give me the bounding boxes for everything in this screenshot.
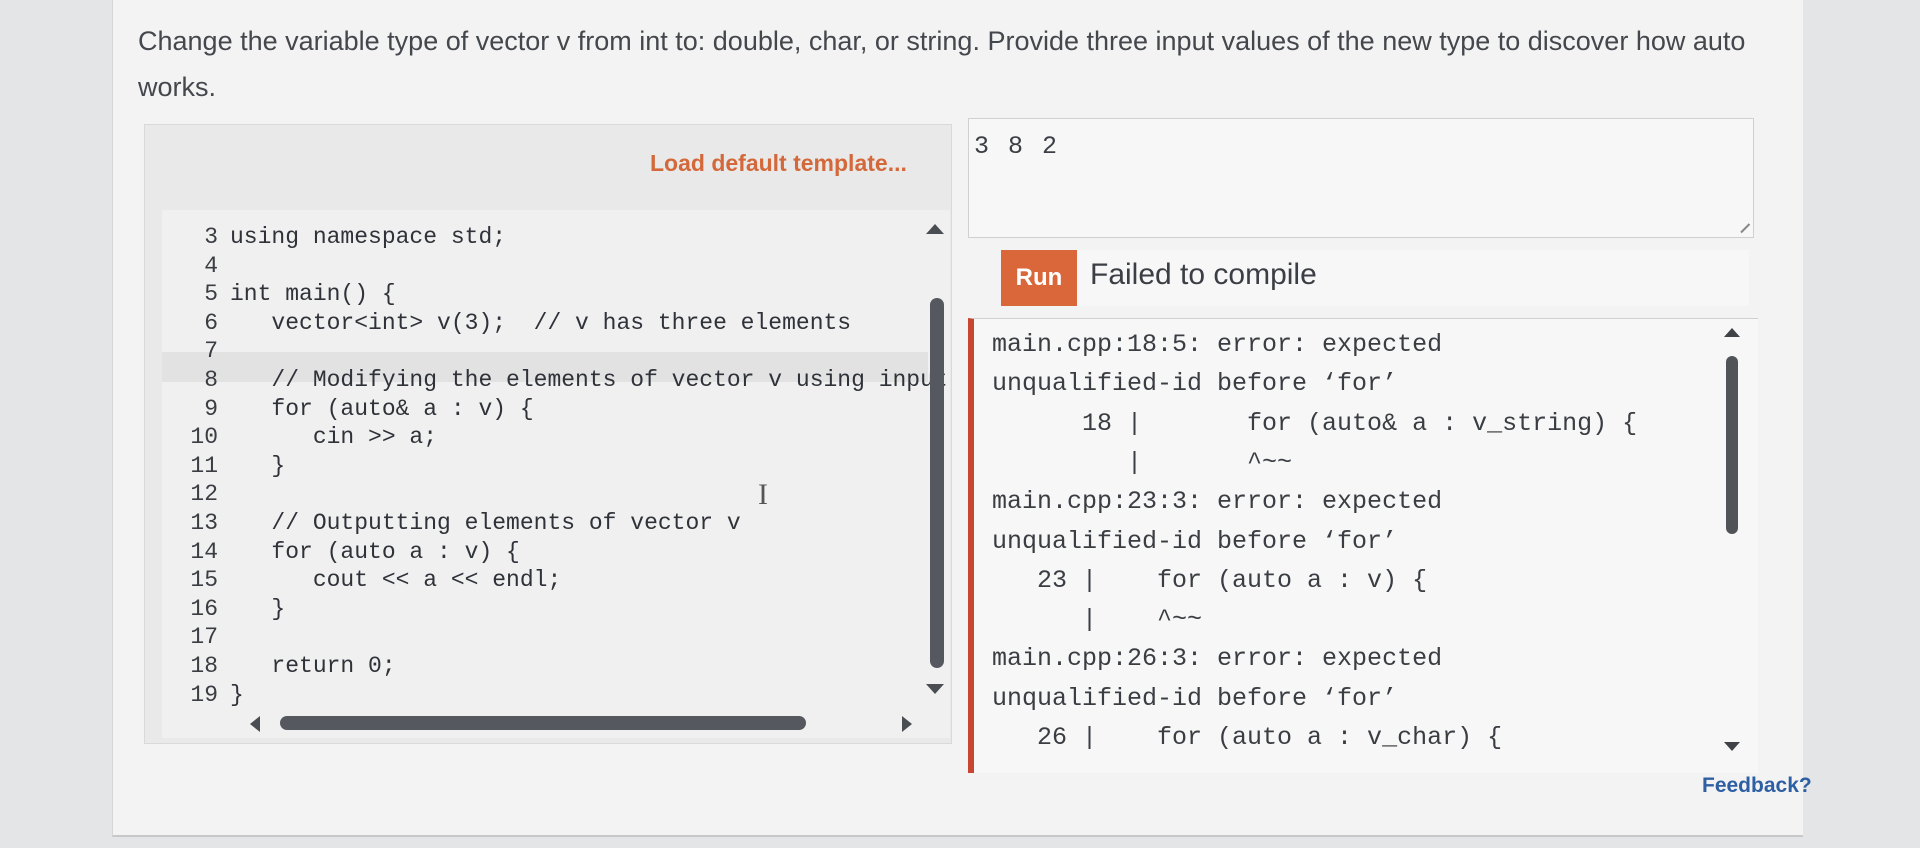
line-number: 7 [204,338,218,365]
text-cursor-icon: I [758,478,768,511]
code-line: 11 } [162,453,285,481]
compiler-output-line: | ^~~ [992,447,1293,477]
line-number: 15 [190,567,218,594]
program-input-value: 3 8 2 [974,132,1060,161]
code-text: for (auto a : v) { [230,538,520,565]
output-scroll-down-arrow-icon[interactable] [1724,742,1740,751]
code-line: 4 [162,253,230,281]
load-default-template-button[interactable]: Load default template... [650,150,907,177]
scroll-left-arrow-icon[interactable] [250,716,260,732]
code-line: 7 [162,338,230,366]
compiler-output-line: | ^~~ [992,605,1203,635]
line-number: 17 [190,624,218,651]
code-text: return 0; [230,653,396,679]
code-text: } [230,452,286,479]
scroll-down-arrow-icon[interactable] [926,684,944,694]
editor-horizontal-scrollbar[interactable] [280,716,806,730]
line-number: 13 [190,510,218,536]
compiler-output-line: main.cpp:18:5: error: expected [992,330,1443,359]
line-number: 10 [190,424,218,451]
line-number: 14 [190,538,218,565]
feedback-link[interactable]: Feedback? [1702,774,1812,798]
line-number: 16 [190,595,218,622]
code-line: 12 [162,481,230,509]
scroll-up-arrow-icon[interactable] [926,224,944,234]
compiler-output-line: 18 | for (auto& a : v_string) { [992,408,1638,438]
code-text: // Modifying the elements of vector v us… [230,367,948,393]
code-line: 16 } [162,596,285,624]
program-input-textarea[interactable] [968,118,1754,238]
code-text: using namespace std; [230,224,507,250]
compile-status: Failed to compile [1090,258,1317,291]
compiler-output-line: unqualified-id before ‘for’ [992,369,1398,399]
instructions-text: Change the variable type of vector v fro… [138,26,1746,102]
scroll-right-arrow-icon[interactable] [902,716,912,732]
code-line: 8 // Modifying the elements of vector v … [162,367,948,395]
code-line: 9 for (auto& a : v) { [162,395,534,424]
compiler-output-line: unqualified-id before ‘for’ [992,526,1398,556]
code-text: } [230,595,286,622]
code-text: cout << a << endl; [230,567,562,594]
compiler-output-line: main.cpp:26:3: error: expected [992,644,1443,674]
compiler-output-line: 23 | for (auto a : v) { [992,565,1428,595]
output-scroll-up-arrow-icon[interactable] [1724,328,1740,337]
code-line: 14 for (auto a : v) { [162,538,520,567]
line-number: 8 [204,367,218,393]
run-button[interactable]: Run [1001,250,1077,306]
line-number: 12 [190,481,218,508]
line-number: 6 [204,309,218,336]
code-line: 3 using namespace std; [162,224,506,252]
output-vertical-scrollbar[interactable] [1726,356,1738,534]
code-line: 15 cout << a << endl; [162,567,561,595]
line-number: 4 [204,252,218,279]
compiler-output-line: unqualified-id before ‘for’ [992,683,1398,713]
line-number: 19 [190,681,218,708]
editor-vertical-scrollbar[interactable] [930,298,944,668]
code-text: // Outputting elements of vector v [230,510,741,536]
code-line: 10 cin >> a; [162,424,437,452]
line-number: 9 [204,395,218,422]
code-text: } [230,681,244,708]
code-text: cin >> a; [230,424,438,451]
code-line: 5 int main() { [162,281,396,309]
line-number: 11 [190,452,218,479]
compiler-output-line: 26 | for (auto a : v_char) { [992,723,1503,752]
code-line: 6 vector<int> v(3); // v has three eleme… [162,310,851,338]
code-line: 18 return 0; [162,653,396,681]
code-text: for (auto& a : v) { [230,395,534,422]
compiler-output-line: main.cpp:23:3: error: expected [992,487,1443,517]
code-line: 17 [162,624,230,652]
line-number: 18 [190,653,218,679]
line-number: 5 [204,281,218,308]
code-line: 13 // Outputting elements of vector v [162,510,741,538]
line-number: 3 [204,224,218,250]
code-text: int main() { [230,281,396,308]
code-line: 19} [162,681,244,710]
code-editor[interactable]: 3 using namespace std; 4 5 int main() {6 vec… [162,210,950,738]
code-text: vector<int> v(3); // v has three element… [230,309,852,336]
